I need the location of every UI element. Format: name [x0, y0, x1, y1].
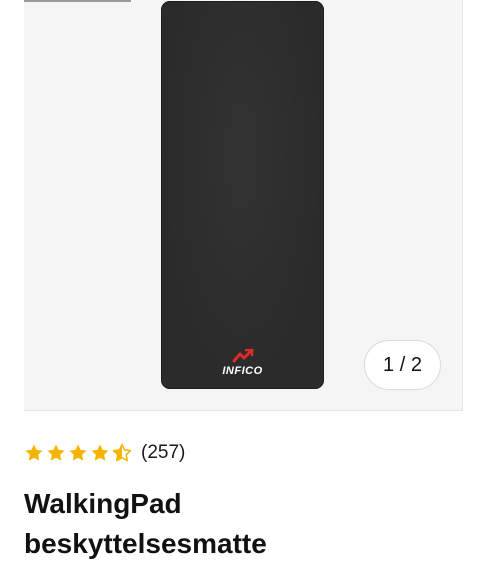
gallery-top-indicator — [24, 0, 131, 2]
product-title: WalkingPad beskyttelsesmatte — [24, 484, 464, 564]
product-image-gallery[interactable]: INFICO 1 / 2 — [24, 0, 463, 411]
star-half-icon — [112, 443, 132, 462]
star-full-icon — [69, 444, 87, 461]
product-title-line1: WalkingPad — [24, 488, 182, 519]
product-image[interactable]: INFICO — [161, 1, 324, 389]
brand-logo: INFICO — [161, 349, 324, 377]
image-counter-button[interactable]: 1 / 2 — [364, 340, 441, 390]
product-rating[interactable]: (257) — [24, 441, 185, 465]
product-page: INFICO 1 / 2 (257) WalkingPad beskyttels… — [0, 0, 487, 575]
product-title-line2: beskyttelsesmatte — [24, 528, 267, 559]
brand-name-text: INFICO — [222, 365, 263, 377]
rating-stars — [24, 443, 132, 463]
brand-mark-icon — [232, 349, 253, 363]
rating-count[interactable]: (257) — [141, 442, 185, 464]
star-full-icon — [47, 444, 65, 461]
star-full-icon — [91, 444, 109, 461]
star-full-icon — [25, 444, 43, 461]
